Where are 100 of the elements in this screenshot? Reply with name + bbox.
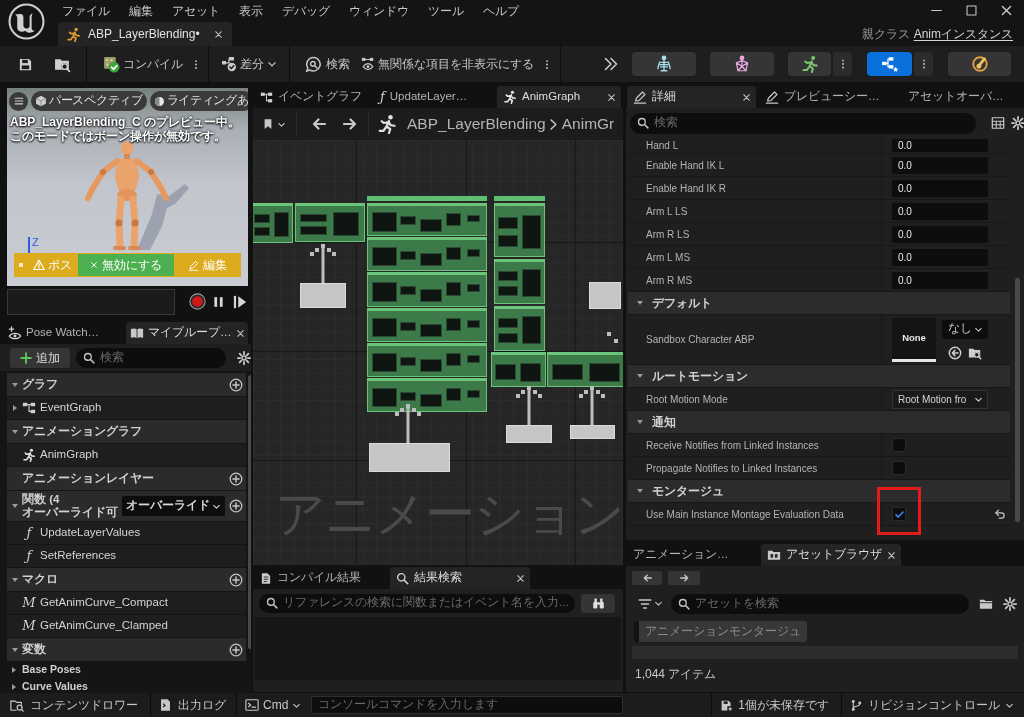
settings-icon[interactable] [237,350,251,365]
reset-arrow-icon[interactable] [994,508,1006,520]
binoculars-button[interactable] [581,593,615,613]
menu-item[interactable]: ヘルプ [483,1,519,20]
graph-node[interactable] [419,218,443,232]
comment-box[interactable] [367,272,487,307]
category-header[interactable]: グラフ [7,373,246,396]
menu-item[interactable]: デバッグ [282,1,330,20]
caret-down-icon[interactable] [11,645,19,654]
mode-button[interactable] [867,52,912,76]
graph-node[interactable] [521,269,541,298]
graph-node[interactable] [497,217,518,229]
number-field[interactable]: 0.0 [892,156,988,174]
mode-button[interactable] [948,52,1011,76]
menu-item[interactable]: 表示 [239,1,263,20]
cmd-button[interactable]: Cmd [237,693,308,717]
comment-box[interactable] [494,203,545,257]
checkbox[interactable] [892,438,906,452]
add-icon[interactable] [229,377,243,392]
output-log-button[interactable]: 出力ログ [151,693,236,717]
maximize-icon[interactable] [965,4,978,17]
caret-down-icon[interactable] [11,427,19,436]
menu-item[interactable]: 編集 [129,1,153,20]
number-field[interactable]: 0.0 [892,202,988,220]
caret-right-icon[interactable] [11,404,19,412]
graph-node[interactable] [399,216,417,226]
add-icon[interactable] [229,642,243,657]
save-icon[interactable] [18,56,33,72]
menu-item[interactable]: ウィンドウ [349,1,409,20]
graph-node[interactable] [371,352,398,373]
panel-tab[interactable]: アセットブラウザ [761,544,901,566]
graph-node[interactable] [445,353,462,367]
graph-node[interactable] [467,320,481,328]
caret-down-icon[interactable] [636,299,644,307]
graph-node[interactable] [497,285,518,296]
close-icon[interactable] [516,573,525,583]
category-header[interactable]: マクロ [7,568,246,591]
comment-box[interactable] [367,203,487,236]
graph-node[interactable] [300,226,328,235]
forward-arrow-icon[interactable] [341,116,359,132]
graph-node[interactable] [254,213,271,223]
graph-node[interactable] [333,212,360,237]
graph-node[interactable] [467,355,481,363]
breadcrumb-link[interactable]: AnimGr [561,112,615,136]
checkbox[interactable] [892,507,906,521]
use-selected-icon[interactable] [948,345,962,360]
comment-box[interactable] [367,237,487,271]
graph-node[interactable] [419,288,443,303]
comment-box[interactable] [547,352,623,387]
graph-node[interactable] [399,391,417,401]
tree-item[interactable]: ƒ UpdateLayerValues [7,522,246,544]
find-button[interactable]: 検索 [305,51,350,77]
caret-down-icon[interactable] [11,380,19,389]
number-field[interactable]: 0.0 [892,225,988,243]
checkbox[interactable] [892,461,906,475]
compile-button[interactable]: コンパイル [103,51,183,77]
number-field[interactable]: 0.0 [892,248,988,266]
graph-node[interactable] [494,364,516,380]
category-header[interactable]: アニメーションレイヤー [7,467,246,490]
panel-tab[interactable]: マイブループ… [126,322,248,344]
record-icon[interactable] [189,293,206,310]
graph-node[interactable] [371,246,398,267]
comment-box[interactable] [494,306,545,351]
filter-chip[interactable]: アニメーションモンタージュ [634,621,807,642]
scrollbar-thumb[interactable] [1014,278,1020,522]
mode-button[interactable] [788,52,831,76]
add-icon[interactable] [229,572,243,587]
graph-node[interactable] [497,318,518,328]
graph-node[interactable] [467,249,481,257]
mode-button[interactable] [710,52,774,76]
graph-node[interactable] [399,321,417,331]
search-field[interactable]: アセットを検索 [671,593,969,614]
graph-node[interactable] [419,324,443,338]
graph-node[interactable] [497,271,518,281]
graph-node[interactable] [467,214,481,223]
panel-tab[interactable]: 結果検索 [390,567,530,589]
graph-node[interactable] [445,212,462,226]
view-mode-button[interactable]: ライティングあ [149,91,248,111]
graph-node[interactable] [371,281,398,303]
search-field[interactable]: 検索 [630,112,976,134]
number-field[interactable]: 0.0 [892,179,988,197]
caret-right-icon[interactable] [10,666,18,674]
caret-down-icon[interactable] [636,418,644,426]
panel-tab[interactable]: 詳細 [627,86,756,108]
back-button[interactable] [632,571,662,585]
timeline-field[interactable] [7,288,175,315]
graph-node[interactable] [445,388,462,402]
document-tab[interactable]: ABP_LayerBlending• [58,22,232,46]
tree-item[interactable]: Base Poses [7,662,246,678]
graph-node[interactable] [467,284,481,293]
section-header[interactable]: 通知 [628,411,1010,434]
graph-node[interactable] [399,356,417,366]
tree-item[interactable]: EventGraph [7,397,246,419]
comment-box[interactable] [491,352,546,387]
search-field[interactable]: リファレンスの検索に関数またはイベント名を入力... [259,593,575,613]
content-drawer-button[interactable]: コンテンツドロワー [0,693,150,717]
view-mode-button[interactable]: パースペクティブ [31,91,147,111]
tree-item[interactable]: Curve Values [7,679,246,693]
graph-node[interactable] [497,235,518,247]
graph-node[interactable] [521,316,541,345]
